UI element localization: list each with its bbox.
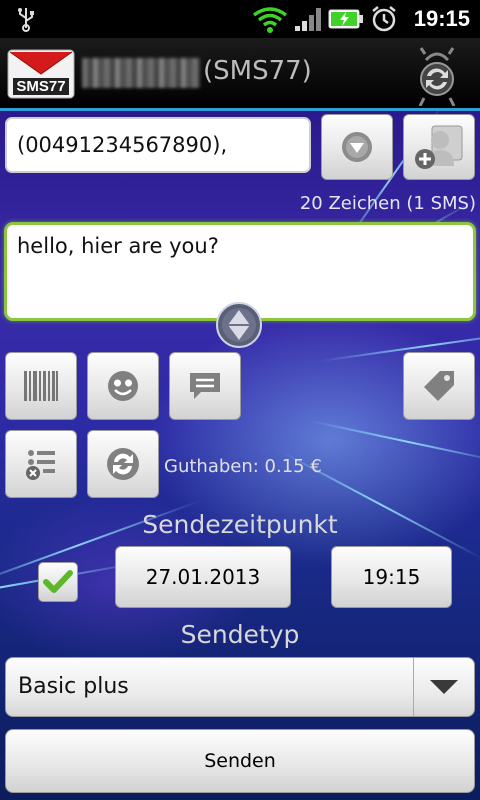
signal-icon	[295, 8, 321, 31]
alarm-icon	[372, 6, 396, 32]
send-type-heading: Sendetyp	[180, 620, 300, 649]
send-type-select[interactable]: Basic plus	[5, 657, 475, 717]
sync-icon[interactable]	[412, 46, 462, 106]
clock: 19:15	[413, 6, 470, 31]
smiley-icon	[108, 371, 138, 401]
envelope-logo-icon: SMS77	[7, 49, 75, 99]
send-type-value: Basic plus	[18, 674, 129, 699]
schedule-checkbox[interactable]	[38, 562, 78, 602]
resize-handle-icon[interactable]	[214, 300, 264, 350]
send-button[interactable]: Senden	[5, 729, 475, 793]
app-title: (SMS77)	[203, 56, 312, 86]
recipient-dropdown-button[interactable]	[321, 114, 393, 180]
send-type-dropdown-arrow[interactable]	[413, 658, 474, 716]
account-name-blurred	[82, 58, 200, 88]
credit-balance: Guthaben: 0.15 €	[164, 456, 322, 477]
checkmark-icon	[43, 570, 73, 593]
wifi-icon	[252, 7, 288, 33]
usb-icon	[18, 8, 34, 32]
barcode-button[interactable]	[5, 352, 77, 420]
triangle-down-icon	[430, 680, 458, 694]
tag-icon	[424, 371, 454, 401]
barcode-icon	[24, 371, 58, 401]
add-contact-button[interactable]	[403, 114, 475, 180]
options-list-button[interactable]	[5, 430, 77, 498]
refresh-icon	[107, 448, 139, 480]
date-picker-button[interactable]: 27.01.2013	[115, 546, 291, 608]
app-header: SMS77 (SMS77)	[0, 38, 480, 111]
templates-button[interactable]	[169, 352, 241, 420]
status-bar: 19:15	[0, 0, 480, 38]
light-ray	[309, 420, 480, 464]
tag-button[interactable]	[403, 352, 475, 420]
time-picker-button[interactable]: 19:15	[331, 546, 452, 608]
char-counter: 20 Zeichen (1 SMS)	[299, 193, 476, 214]
battery-charging-icon	[328, 9, 363, 29]
refresh-credit-button[interactable]	[87, 430, 159, 498]
message-template-icon	[190, 373, 220, 399]
emoticon-button[interactable]	[87, 352, 159, 420]
logo-text: SMS77	[16, 78, 65, 95]
add-contact-icon	[415, 125, 463, 169]
schedule-heading: Sendezeitpunkt	[142, 510, 338, 539]
list-options-icon	[26, 450, 55, 480]
recipient-input[interactable]: (00491234567890),	[5, 117, 311, 173]
chevron-down-icon	[342, 132, 372, 162]
